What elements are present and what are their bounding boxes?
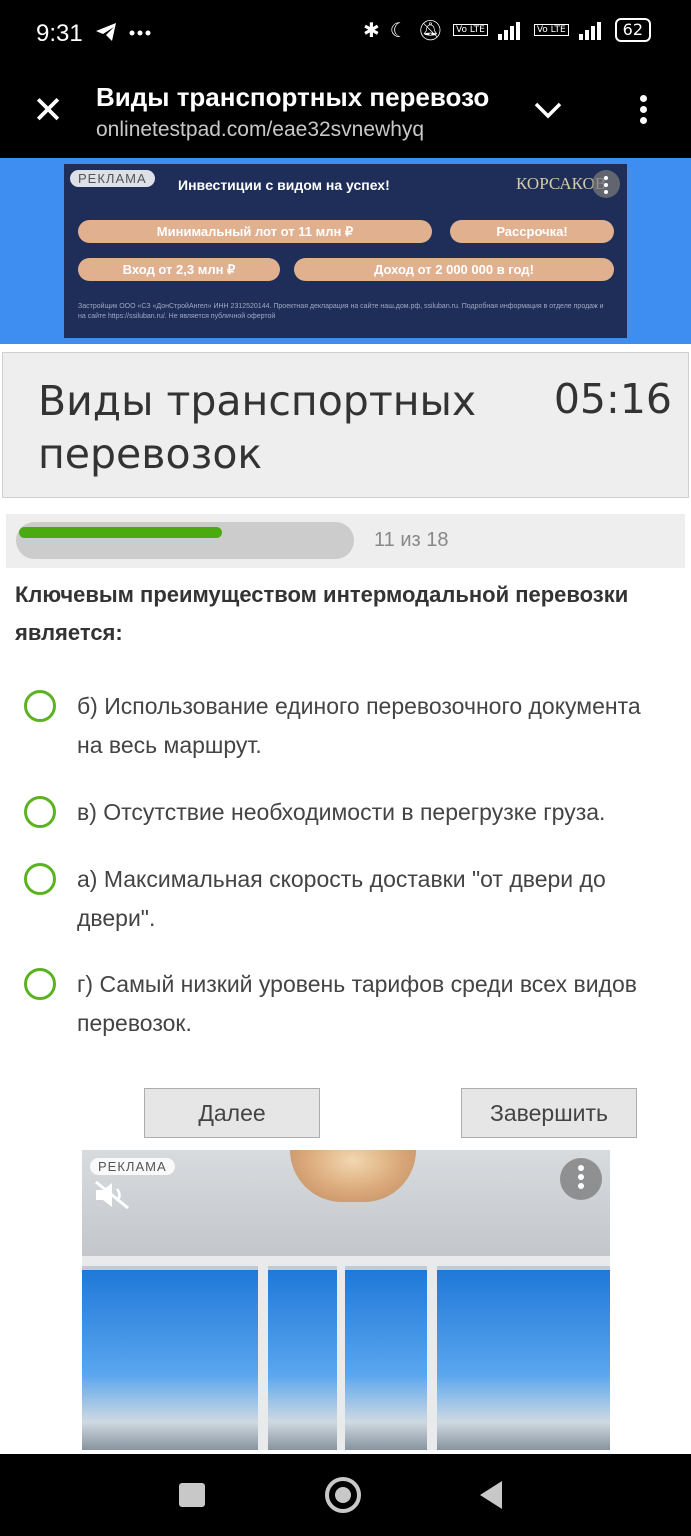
ad-pill: Доход от 2 000 000 в год!	[294, 258, 614, 281]
browser-header: ✕ Виды транспортных перевозо onlinetestp…	[0, 70, 691, 158]
ad-more-icon[interactable]	[560, 1158, 602, 1200]
ad-pill: Минимальный лот от 11 млн ₽	[78, 220, 432, 243]
next-button[interactable]: Далее	[144, 1088, 320, 1138]
ad-more-icon[interactable]	[592, 170, 620, 198]
progress-text: 11 из 18	[374, 529, 449, 551]
ad-fine-print: Застройщик ООО «СЗ «ДонСтройАнгел» ИНН 2…	[78, 303, 604, 320]
ad-pill: Вход от 2,3 млн ₽	[78, 258, 280, 281]
status-notification-icons	[94, 20, 154, 50]
battery-icon: 62	[614, 18, 651, 42]
status-time: 9:31	[36, 20, 83, 47]
question-text: Ключевым преимуществом интермодальной пе…	[15, 582, 629, 645]
test-timer: 05:16	[553, 375, 672, 423]
ad-image-window	[432, 1270, 610, 1450]
progress-row: 11 из 18	[6, 514, 685, 568]
telegram-icon	[96, 23, 151, 41]
moon-icon: ☾	[389, 18, 408, 42]
ad-image-frame	[258, 1260, 268, 1450]
finish-button[interactable]: Завершить	[461, 1088, 637, 1138]
ad-headline: Инвестиции с видом на успех!	[178, 177, 390, 193]
browser-page-title: Виды транспортных перевозо	[96, 82, 490, 112]
mute-icon[interactable]	[94, 1180, 132, 1210]
volte-icon: Vo LTE	[453, 24, 488, 36]
radio-button[interactable]	[24, 863, 56, 895]
radio-button[interactable]	[24, 968, 56, 1000]
ad-banner-top[interactable]: РЕКЛАМА Инвестиции с видом на успех! КОР…	[64, 164, 627, 338]
ad-label: РЕКЛАМА	[90, 1158, 175, 1175]
home-icon[interactable]	[325, 1477, 361, 1513]
status-right-icons: ✱ ☾ 🔕︎ Vo LTE Vo LTE 62	[363, 18, 651, 42]
recents-icon[interactable]	[179, 1483, 205, 1507]
answer-option-label[interactable]: а) Максимальная скорость доставки "от дв…	[77, 860, 667, 938]
radio-button[interactable]	[24, 690, 56, 722]
ad-pill: Рассрочка!	[450, 220, 614, 243]
signal-icon	[497, 20, 524, 40]
ad-banner-bottom[interactable]: РЕКЛАМА	[82, 1150, 610, 1450]
close-icon[interactable]: ✕	[28, 90, 68, 130]
ad-image-frame	[82, 1256, 610, 1266]
ad-label: РЕКЛАМА	[70, 170, 155, 187]
answer-option-label[interactable]: в) Отсутствие необходимости в перегрузке…	[77, 793, 667, 832]
test-container: Виды транспортных перевозок 05:16 11 из …	[0, 344, 691, 1454]
test-title: Виды транспортных перевозок	[38, 377, 477, 478]
chevron-down-icon[interactable]	[530, 92, 566, 128]
bluetooth-icon: ✱	[362, 18, 380, 42]
answer-option-label[interactable]: б) Использование единого перевозочного д…	[77, 687, 667, 765]
status-bar: 9:31 ✱ ☾ 🔕︎ Vo LTE Vo LTE 62	[0, 0, 691, 70]
ad-image-window	[262, 1270, 432, 1450]
back-icon[interactable]	[480, 1481, 502, 1509]
system-nav-bar	[0, 1454, 691, 1536]
signal-icon-2	[578, 20, 605, 40]
more-vert-icon[interactable]	[628, 92, 658, 132]
answer-option-label[interactable]: г) Самый низкий уровень тарифов среди вс…	[77, 965, 667, 1043]
browser-url[interactable]: onlinetestpad.com/eae32svnewhyq	[96, 118, 424, 142]
ad-image-window	[82, 1270, 262, 1450]
radio-button[interactable]	[24, 796, 56, 828]
progress-fill	[19, 527, 222, 538]
ad-image-frame	[427, 1260, 437, 1450]
ad-image-frame	[337, 1260, 345, 1450]
mute-notifications-icon: 🔕︎	[417, 18, 444, 42]
test-header: Виды транспортных перевозок 05:16	[2, 352, 689, 498]
volte-icon-2: Vo LTE	[533, 24, 569, 36]
